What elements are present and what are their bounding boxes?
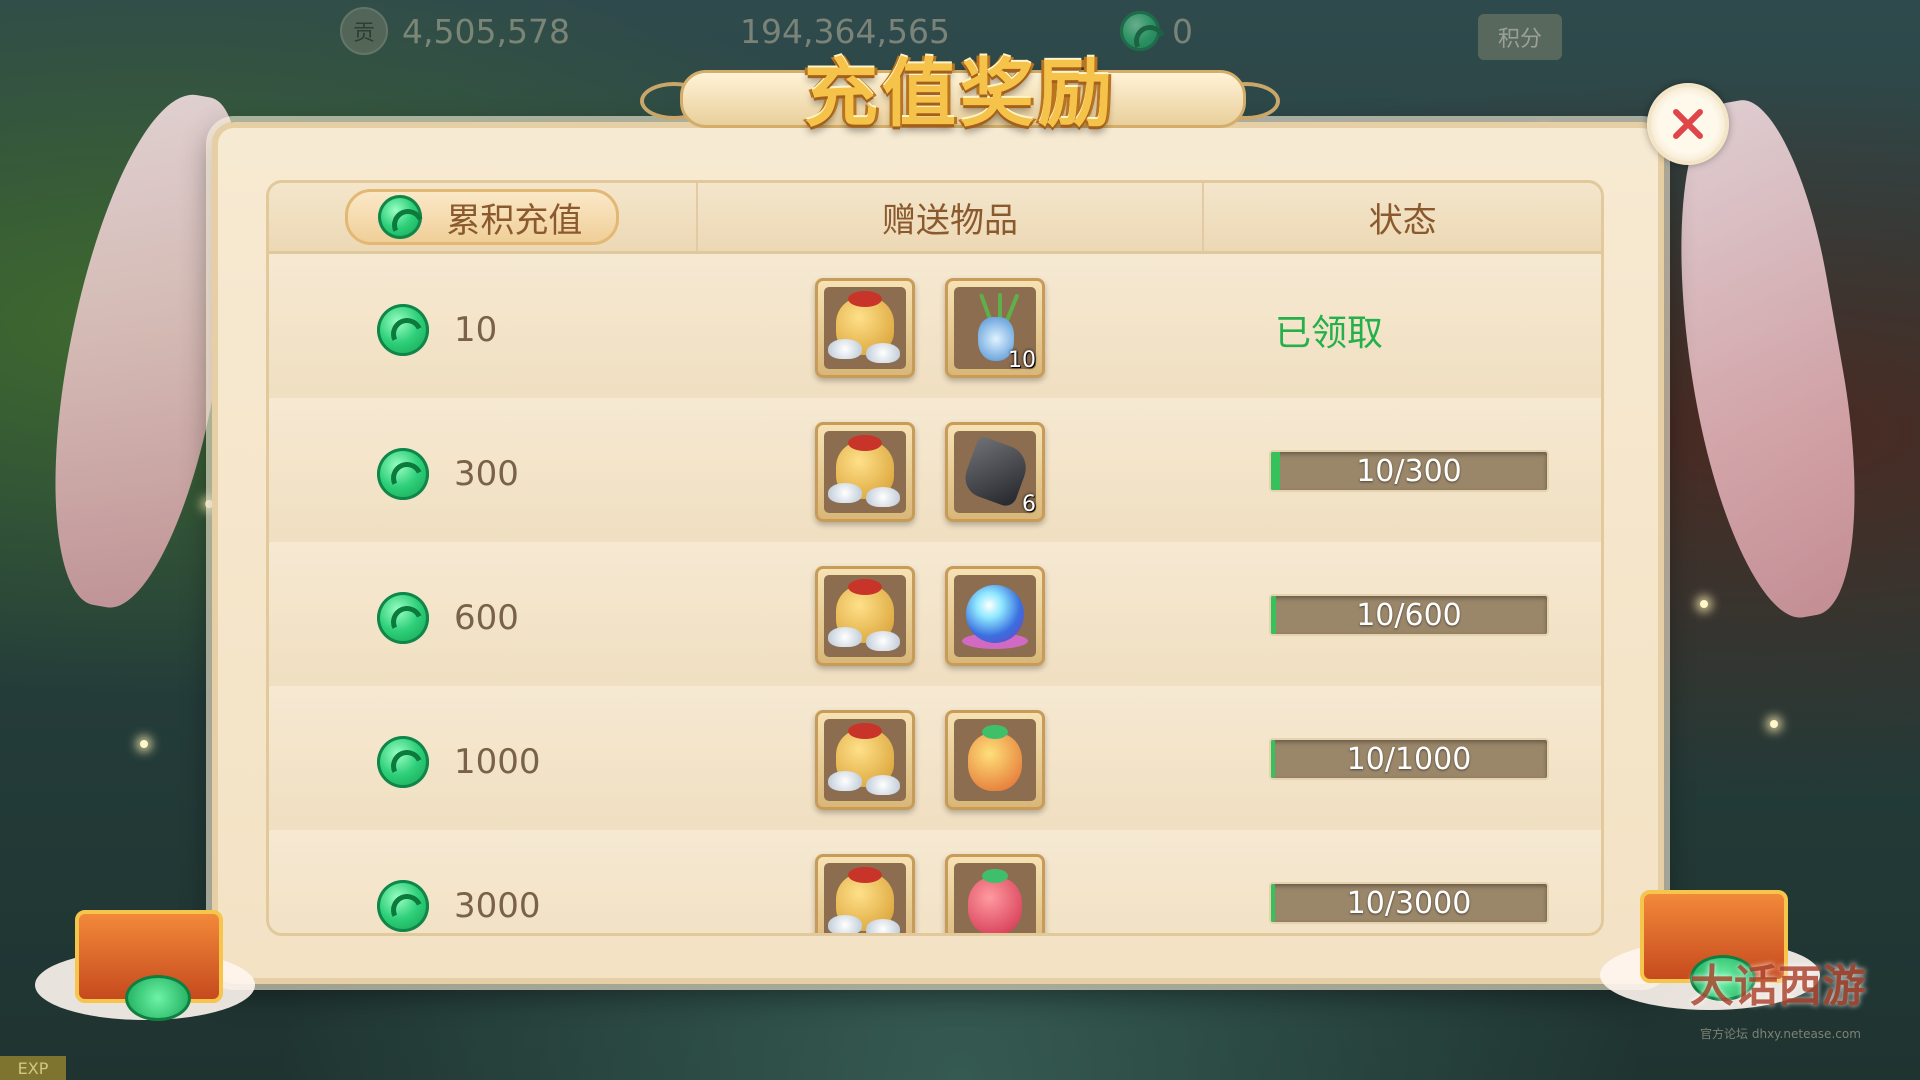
item-slot-crystal-orb[interactable] [945, 566, 1045, 666]
progress-bar: 10/600 [1269, 594, 1549, 636]
row-amount: 3000 [454, 886, 541, 926]
item-slot-silver-bag[interactable] [815, 422, 915, 522]
exp-bar-label: EXP [0, 1056, 66, 1080]
reward-row: 600 10/600 [269, 542, 1601, 689]
item-slot-black-stone[interactable]: 6 [945, 422, 1045, 522]
header-amount-label: 累积充值 [446, 200, 583, 241]
dialog-title-plaque: 充值奖励 [640, 30, 1280, 140]
item-slot-jade-vase[interactable]: 10 [945, 278, 1045, 378]
item-slot-silver-bag[interactable] [815, 854, 915, 933]
status-claimed-label: 已领取 [1275, 313, 1384, 354]
contribution-icon: 贡 [340, 7, 388, 55]
sparkle-icon [140, 740, 148, 748]
silver-bag-icon [824, 863, 906, 933]
crystal-orb-icon [954, 575, 1036, 657]
sparkle-icon [1700, 600, 1708, 608]
contribution-value: 4,505,578 [402, 11, 570, 51]
progress-bar: 10/3000 [1269, 882, 1549, 924]
reward-row: 10 10 已领取 [269, 254, 1601, 401]
item-quantity: 6 [1022, 492, 1036, 517]
treasure-chest-left [35, 880, 255, 1021]
row-amount: 10 [454, 310, 498, 350]
close-button[interactable] [1647, 83, 1729, 165]
item-slot-red-gift-bag[interactable] [945, 854, 1045, 933]
gold-gift-bag-icon [954, 719, 1036, 801]
jade-icon [378, 195, 423, 239]
header-status-label: 状态 [1368, 200, 1437, 241]
progress-text: 10/1000 [1346, 741, 1472, 777]
header-items: 赠送物品 [698, 183, 1205, 251]
dialog-title: 充值奖励 [804, 51, 1116, 137]
progress-text: 10/300 [1356, 453, 1462, 489]
amount-header-pill: 累积充值 [345, 189, 620, 245]
jade-icon [377, 304, 429, 356]
silver-bag-icon [824, 431, 906, 513]
item-slot-silver-bag[interactable] [815, 566, 915, 666]
progress-text: 10/600 [1356, 597, 1462, 633]
logo-url: dhxy.netease.com [1751, 1027, 1861, 1041]
red-gift-bag-icon [954, 863, 1036, 933]
silver-bag-icon [824, 575, 906, 657]
reward-row: 300 6 10/300 [269, 398, 1601, 545]
silver-bag-icon [824, 287, 906, 369]
item-slot-silver-bag[interactable] [815, 278, 915, 378]
watermark-subtext: 官方论坛 dhxy.netease.com [1700, 1025, 1861, 1042]
row-amount: 1000 [454, 742, 541, 782]
item-quantity: 10 [1008, 348, 1036, 373]
jade-icon [377, 592, 429, 644]
jade-icon [377, 880, 429, 932]
score-button[interactable]: 积分 [1478, 14, 1562, 60]
jade-icon [377, 448, 429, 500]
jade-icon [377, 736, 429, 788]
close-icon [1673, 109, 1703, 139]
row-amount: 600 [454, 598, 519, 638]
progress-text: 10/3000 [1346, 885, 1472, 921]
sparkle-icon [1770, 720, 1778, 728]
item-slot-gold-gift-bag[interactable] [945, 710, 1045, 810]
silver-bag-icon [824, 719, 906, 801]
decorative-scarf-right [1645, 90, 1885, 630]
row-amount: 300 [454, 454, 519, 494]
reward-row: 1000 10/1000 [269, 686, 1601, 833]
item-slot-silver-bag[interactable] [815, 710, 915, 810]
contribution-counter: 贡 4,505,578 [340, 6, 570, 56]
progress-bar: 10/1000 [1269, 738, 1549, 780]
table-header: 累积充值 赠送物品 状态 [269, 183, 1601, 254]
reward-table: 累积充值 赠送物品 状态 10 10 已领取 300 6 10/300 600 … [266, 180, 1604, 936]
logo-text: 大话西游 [1690, 961, 1866, 1012]
header-amount: 累积充值 [269, 183, 698, 251]
reward-row: 3000 10/3000 [269, 830, 1601, 933]
header-items-label: 赠送物品 [881, 200, 1018, 241]
progress-bar: 10/300 [1269, 450, 1549, 492]
header-status: 状态 [1204, 183, 1601, 251]
logo-subtext: 官方论坛 [1700, 1027, 1749, 1041]
